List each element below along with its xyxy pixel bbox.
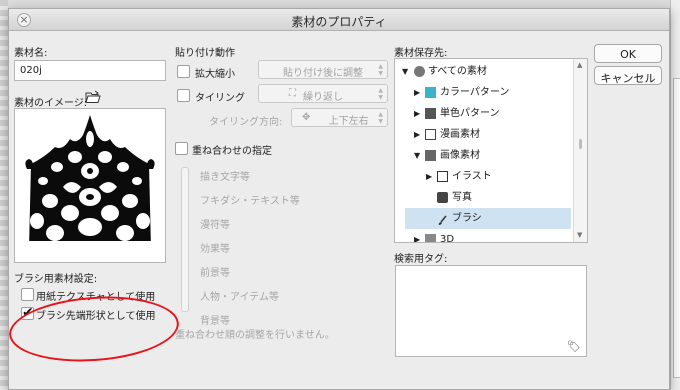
- collapsed-triangle-icon: ▶: [414, 88, 421, 97]
- brush-settings-label: ブラシ用素材設定:: [14, 274, 98, 285]
- tree-item-manga-material[interactable]: ▶ 漫画素材: [395, 124, 575, 145]
- circle-icon: [414, 66, 425, 77]
- scale-mode-select[interactable]: 貼り付け後に調整 ▲ ▼: [258, 60, 388, 79]
- tree-item-label: 単色パターン: [440, 108, 500, 119]
- add-tag-icon[interactable]: 🏷: [567, 340, 581, 353]
- collapsed-triangle-icon: ▶: [414, 235, 421, 243]
- overlap-label: 重ね合わせの指定: [192, 146, 272, 157]
- stepper-arrows-icon: ▲ ▼: [378, 111, 383, 125]
- tree-item-label: 写真: [452, 192, 472, 203]
- paper-texture-checkbox[interactable]: [21, 288, 34, 301]
- tree-scrollbar[interactable]: ▲ ▼: [573, 59, 587, 242]
- tree-item-label: 画像素材: [440, 150, 480, 161]
- stepper-arrows-icon: ▲ ▼: [378, 63, 383, 77]
- overlap-item: 背景等: [200, 316, 230, 327]
- material-name-field[interactable]: 020j: [14, 60, 166, 81]
- camera-icon: [437, 192, 448, 203]
- material-properties-dialog: × 素材のプロパティ 素材名: 020j 素材のイメージ: ブラシ用素材設定: …: [6, 8, 670, 390]
- image-icon: [425, 150, 436, 161]
- direction-icon: ✥: [302, 112, 311, 123]
- tree-item-label: カラーパターン: [440, 87, 510, 98]
- tree-item-label: すべての素材: [428, 66, 487, 77]
- tree-item-color-pattern[interactable]: ▶ カラーパターン: [395, 82, 575, 103]
- overlap-item: 効果等: [200, 244, 230, 255]
- material-image-preview: [14, 108, 166, 263]
- scroll-thumb[interactable]: [579, 139, 582, 149]
- scale-mode-value: 貼り付け後に調整: [283, 68, 363, 79]
- search-tags-box[interactable]: 🏷: [395, 265, 587, 357]
- ok-button[interactable]: OK: [594, 44, 662, 63]
- overlap-item: 漫符等: [200, 220, 230, 231]
- tiling-mode-value: 繰り返し: [303, 92, 343, 103]
- tree-item-3d[interactable]: ▶ 3D: [395, 229, 575, 243]
- illustration-icon: [437, 171, 448, 182]
- mono-pattern-icon: [425, 108, 436, 119]
- collapsed-triangle-icon: ▶: [426, 172, 433, 181]
- scroll-up-icon[interactable]: ▲: [577, 61, 582, 69]
- lace-crown-image: [25, 115, 155, 249]
- overlap-item: 前景等: [200, 268, 230, 279]
- overlap-checkbox[interactable]: [175, 142, 188, 155]
- backdrop-left: [0, 0, 8, 390]
- backdrop-right-window: [670, 0, 680, 390]
- stepper-arrows-icon: ▲ ▼: [378, 87, 383, 101]
- search-tags-label: 検索用タグ:: [394, 254, 448, 265]
- color-pattern-icon: [425, 87, 436, 98]
- overlap-item: 描き文字等: [200, 172, 250, 183]
- overlap-item: 人物・アイテム等: [200, 292, 279, 303]
- manga-icon: [425, 129, 436, 140]
- paste-behavior-label: 貼り付け動作: [175, 48, 235, 59]
- title-bar[interactable]: × 素材のプロパティ: [9, 9, 669, 31]
- tree-item-label: ブラシ: [452, 213, 482, 224]
- tree-item-mono-pattern[interactable]: ▶ 単色パターン: [395, 103, 575, 124]
- tiling-label: タイリング: [195, 93, 245, 104]
- tiling-direction-select[interactable]: ✥ 上下左右 ▲ ▼: [291, 108, 388, 127]
- tree-item-image-material[interactable]: ▼ 画像素材: [395, 145, 575, 166]
- tree-item-all-materials[interactable]: ▼ すべての素材: [395, 61, 575, 82]
- overlap-order-slider[interactable]: [181, 167, 189, 312]
- scale-checkbox[interactable]: [177, 65, 190, 78]
- tree-item-brush[interactable]: ブラシ: [405, 208, 571, 229]
- tiling-mode-select[interactable]: ⛶ 繰り返し ▲ ▼: [258, 84, 388, 103]
- tree-item-label: 3D: [440, 234, 455, 243]
- 3d-icon: [425, 234, 436, 242]
- tree-item-label: イラスト: [452, 171, 492, 182]
- collapsed-triangle-icon: ▶: [414, 109, 421, 118]
- window-title: 素材のプロパティ: [291, 15, 387, 29]
- tiling-direction-value: 上下左右: [328, 116, 369, 127]
- material-image-label: 素材のイメージ:: [14, 98, 88, 109]
- backdrop-right-box: [673, 78, 680, 378]
- tree-item-label: 漫画素材: [440, 129, 480, 140]
- red-annotation-circle: [6, 291, 182, 367]
- tree-item-photo[interactable]: 写真: [395, 187, 575, 208]
- collapsed-triangle-icon: ▶: [414, 130, 421, 139]
- brush-icon: [437, 213, 448, 225]
- scroll-down-icon[interactable]: ▼: [577, 231, 582, 239]
- tiling-checkbox[interactable]: [177, 89, 190, 102]
- tile-repeat-icon: ⛶: [289, 88, 296, 99]
- expanded-triangle-icon: ▼: [414, 151, 421, 160]
- scale-label: 拡大縮小: [195, 69, 235, 80]
- save-location-tree[interactable]: ▼ すべての素材 ▶ カラーパターン ▶ 単色パターン ▶ 漫画素材 ▼ 画像素…: [394, 58, 588, 243]
- cancel-button[interactable]: キャンセル: [594, 66, 662, 85]
- overlap-note: 重ね合わせ順の調整を行いません。: [175, 330, 335, 341]
- expanded-triangle-icon: ▼: [402, 67, 409, 76]
- overlap-item: フキダシ・テキスト等: [200, 196, 300, 207]
- open-folder-icon[interactable]: [85, 90, 101, 104]
- material-name-label: 素材名:: [14, 48, 48, 59]
- tiling-direction-label: タイリング方向:: [209, 117, 283, 128]
- tree-item-illustration[interactable]: ▶ イラスト: [395, 166, 575, 187]
- save-location-label: 素材保存先:: [394, 48, 448, 59]
